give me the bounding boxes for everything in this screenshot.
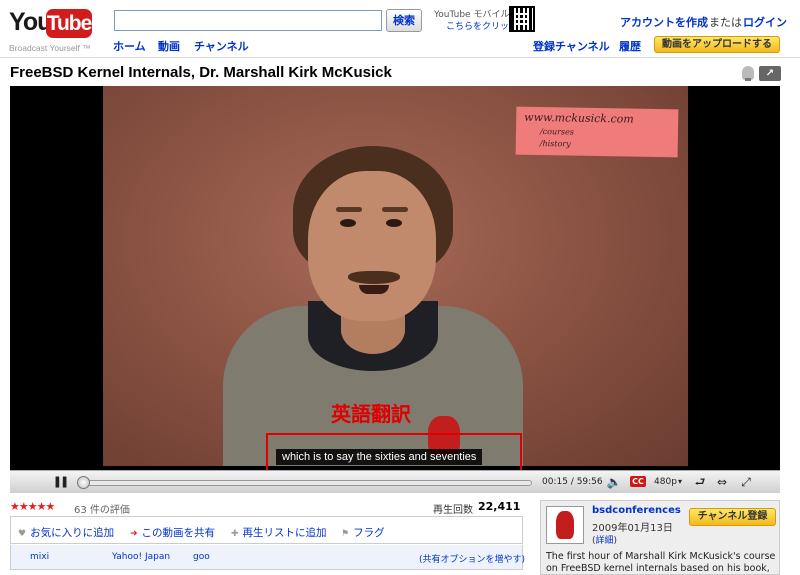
quality-selector[interactable]: 480p bbox=[650, 473, 686, 491]
flag-button[interactable]: ⚑ フラグ bbox=[341, 525, 385, 540]
speaker-brow-right bbox=[382, 207, 408, 212]
sign-path-history: /history bbox=[539, 139, 571, 149]
share-mixi-link[interactable]: mixi bbox=[30, 552, 49, 562]
plus-icon: ✚ bbox=[231, 529, 239, 539]
flag-icon: ⚑ bbox=[341, 529, 350, 539]
speaker-face bbox=[308, 171, 436, 321]
nav-videos[interactable]: 動画 bbox=[158, 38, 180, 54]
upload-button[interactable]: 動画をアップロードする bbox=[654, 36, 780, 53]
logo-tagline: Broadcast Yourself ™ bbox=[9, 43, 91, 53]
video-player[interactable]: www.mckusick.com /courses /history 英語翻訳 … bbox=[10, 86, 780, 493]
player-size-icon[interactable]: ⇔ bbox=[713, 473, 731, 491]
speaker-mustache bbox=[348, 271, 400, 284]
login-link[interactable]: ログイン bbox=[743, 14, 787, 30]
seek-handle[interactable] bbox=[76, 476, 90, 489]
search-input[interactable] bbox=[114, 10, 382, 31]
views-count: 22,411 bbox=[478, 500, 521, 513]
video-description: The first hour of Marshall Kirk McKusick… bbox=[546, 551, 776, 574]
views-label: 再生回数 bbox=[433, 505, 473, 516]
upload-date: 2009年01月13日 bbox=[592, 523, 673, 534]
or-text: または bbox=[709, 16, 742, 29]
add-to-favorites-label: お気に入りに追加 bbox=[30, 527, 115, 539]
youtube-logo[interactable]: You Tube Broadcast Yourself ™ bbox=[9, 6, 92, 53]
fullscreen-icon[interactable]: ⤢ bbox=[737, 473, 755, 491]
speaker-mouth bbox=[359, 285, 389, 294]
logo-tube-text: Tube bbox=[46, 9, 92, 38]
details-close-paren: ) bbox=[613, 536, 618, 546]
more-share-options-link[interactable]: (共有オプションを増やす) bbox=[419, 552, 525, 565]
caption-text: which is to say the sixties and seventie… bbox=[276, 449, 483, 465]
share-yahoo-japan-link[interactable]: Yahoo! Japan bbox=[112, 552, 170, 562]
share-arrow-icon: ➜ bbox=[130, 529, 138, 539]
volume-icon[interactable]: 🔈 bbox=[604, 473, 624, 491]
mobile-promo[interactable]: YouTube モバイル こちらをクリック bbox=[434, 9, 518, 33]
heart-icon: ♥ bbox=[18, 529, 27, 539]
share-options-panel: mixi Yahoo! Japan goo (共有オプションを増やす) bbox=[10, 545, 525, 570]
qr-code-icon bbox=[509, 6, 535, 32]
cc-button[interactable]: CC bbox=[630, 476, 646, 487]
add-to-playlist-button[interactable]: ✚ 再生リストに追加 bbox=[231, 525, 327, 540]
create-account-link[interactable]: アカウントを作成 bbox=[620, 14, 708, 30]
channel-info-box: bsdconferences 2009年01月13日 (詳細) チャンネル登録 … bbox=[540, 500, 780, 575]
add-to-playlist-label: 再生リストに追加 bbox=[242, 527, 327, 539]
seek-bar[interactable] bbox=[80, 480, 532, 486]
player-controls: ❚❚ 00:15 / 59:56 🔈 CC 480p ⮐ ⇔ ⤢ bbox=[10, 470, 780, 493]
rating-stars[interactable]: ★★★★★ bbox=[10, 500, 55, 513]
share-video-button[interactable]: ➜ この動画を共有 bbox=[130, 525, 215, 541]
share-video-label: この動画を共有 bbox=[141, 527, 216, 539]
lightbulb-icon[interactable] bbox=[742, 66, 754, 81]
nav-channels[interactable]: チャンネル bbox=[194, 38, 249, 54]
translation-annotation: 英語翻訳 bbox=[331, 402, 411, 426]
subscriptions-link[interactable]: 登録チャンネル bbox=[533, 38, 610, 54]
wall-sign: www.mckusick.com /courses /history bbox=[515, 106, 679, 158]
details-link[interactable]: 詳細 bbox=[596, 536, 614, 546]
rating-count: 63 件の評価 bbox=[74, 505, 130, 516]
nav-home[interactable]: ホーム bbox=[113, 38, 146, 54]
sign-url: www.mckusick.com bbox=[524, 110, 634, 126]
search-button[interactable]: 検索 bbox=[386, 9, 422, 32]
popout-icon[interactable]: ⮐ bbox=[692, 473, 708, 491]
channel-avatar[interactable] bbox=[546, 506, 584, 544]
time-display: 00:15 / 59:56 bbox=[542, 477, 603, 487]
sign-path-courses: /courses bbox=[539, 127, 574, 137]
video-actions-bar: ♥ お気に入りに追加 ➜ この動画を共有 ✚ 再生リストに追加 ⚑ フラグ bbox=[10, 516, 523, 544]
history-link[interactable]: 履歴 bbox=[619, 38, 641, 54]
pause-button[interactable]: ❚❚ bbox=[50, 473, 70, 491]
mobile-promo-title: YouTube モバイル bbox=[434, 10, 510, 20]
mobile-promo-link[interactable]: こちらをクリック bbox=[434, 21, 518, 33]
header-divider bbox=[0, 57, 800, 58]
video-title: FreeBSD Kernel Internals, Dr. Marshall K… bbox=[10, 64, 392, 81]
add-to-favorites-button[interactable]: ♥ お気に入りに追加 bbox=[18, 525, 114, 540]
expand-arrow-icon[interactable]: ↗ bbox=[759, 66, 781, 81]
subscribe-button[interactable]: チャンネル登録 bbox=[689, 508, 776, 526]
speaker-brow-left bbox=[336, 207, 362, 212]
speaker-eye-right bbox=[386, 219, 402, 227]
flag-label: フラグ bbox=[353, 527, 385, 539]
channel-name-link[interactable]: bsdconferences bbox=[592, 505, 681, 516]
speaker-eye-left bbox=[340, 219, 356, 227]
channel-details: (詳細) bbox=[592, 533, 617, 546]
share-goo-link[interactable]: goo bbox=[193, 552, 210, 562]
